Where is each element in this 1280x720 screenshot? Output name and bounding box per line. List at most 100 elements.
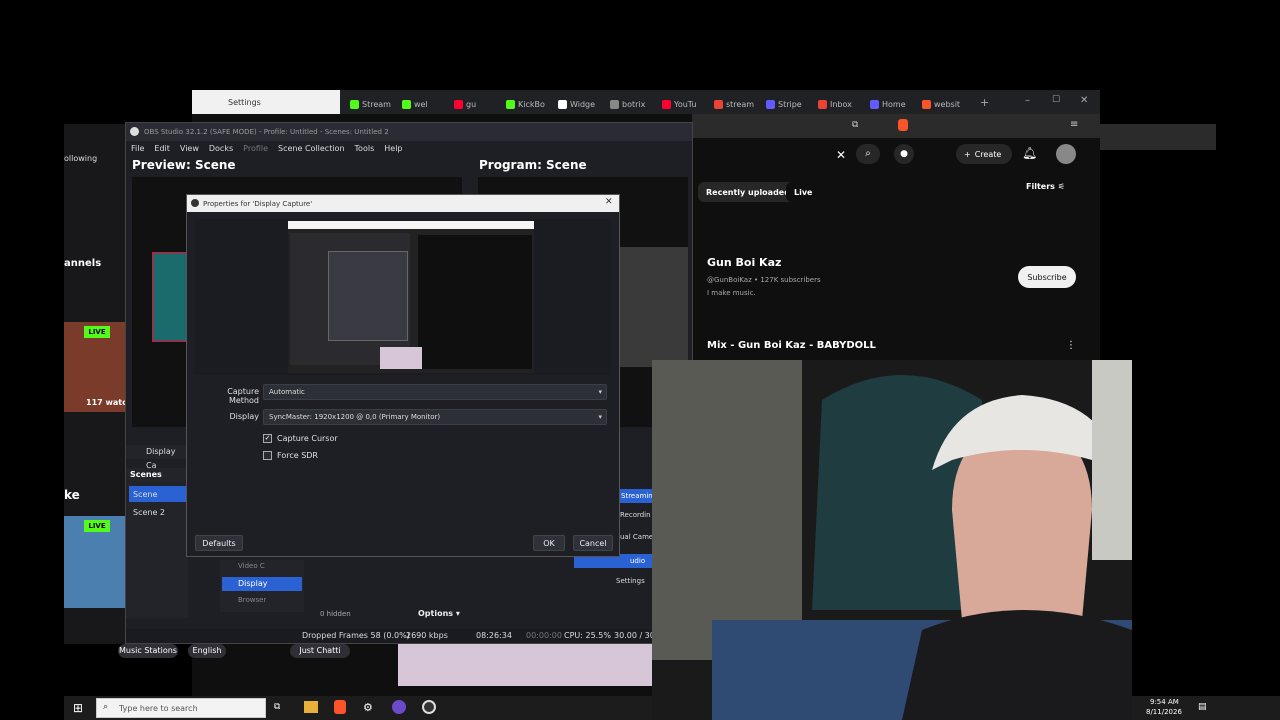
- capture-cursor-checkbox[interactable]: ✓ Capture Cursor: [263, 434, 338, 443]
- settings-window-title[interactable]: Settings: [192, 90, 340, 114]
- more-icon[interactable]: ⋮: [1066, 340, 1076, 351]
- search-icon[interactable]: ⌕: [856, 144, 880, 164]
- menu-icon[interactable]: ≡: [1070, 119, 1078, 130]
- tab-favicon-icon: [766, 99, 775, 109]
- browser-tab[interactable]: Home: [864, 94, 914, 114]
- browser-tab[interactable]: botrix: [604, 94, 654, 114]
- file-explorer-icon[interactable]: [304, 701, 318, 713]
- defaults-button[interactable]: Defaults: [195, 535, 243, 551]
- capture-method-select[interactable]: Automatic ▾: [263, 384, 607, 400]
- scene-item-scene[interactable]: Scene: [129, 486, 187, 502]
- search-icon: ⌕: [103, 702, 109, 712]
- tag-just-chatting[interactable]: Just Chatti: [290, 644, 350, 658]
- ok-button[interactable]: OK: [533, 535, 565, 551]
- browser-tab[interactable]: Stripe: [760, 94, 810, 114]
- tab-favicon-icon: [610, 99, 619, 109]
- browser-tab[interactable]: wel: [396, 94, 446, 114]
- browser-tab[interactable]: gu: [448, 94, 498, 114]
- chip-live[interactable]: Live: [786, 182, 821, 202]
- filters-button[interactable]: Filters ⚟: [1026, 182, 1065, 191]
- extensions-icon[interactable]: ⧉: [852, 120, 858, 130]
- close-icon[interactable]: ✕: [1080, 95, 1088, 106]
- dialog-close-icon[interactable]: ✕: [605, 197, 613, 207]
- source-display[interactable]: Display: [222, 577, 302, 591]
- menu-edit[interactable]: Edit: [154, 144, 170, 153]
- brave-browser-icon[interactable]: [334, 700, 346, 714]
- clock-date[interactable]: 8/11/2026: [1146, 708, 1182, 716]
- browser-toolbar-2: [1100, 124, 1216, 150]
- menu-scene-collection[interactable]: Scene Collection: [278, 144, 345, 153]
- tab-favicon-icon: [454, 99, 463, 109]
- avatar[interactable]: [1056, 144, 1076, 164]
- menu-tools[interactable]: Tools: [355, 144, 375, 153]
- tag-music-stations[interactable]: Music Stations: [118, 644, 178, 658]
- mic-icon[interactable]: ●: [894, 144, 914, 164]
- brave-shield-icon[interactable]: [898, 119, 908, 131]
- menu-help[interactable]: Help: [384, 144, 402, 153]
- menu-docks[interactable]: Docks: [209, 144, 233, 153]
- discord-icon[interactable]: [392, 700, 406, 714]
- program-source: [618, 247, 688, 367]
- tab-favicon-icon: [818, 99, 827, 109]
- menu-view[interactable]: View: [180, 144, 199, 153]
- menu-profile[interactable]: Profile: [243, 144, 268, 153]
- scenes-header: Scenes: [130, 470, 162, 479]
- sources-dock: Video C Display Browser: [220, 560, 304, 612]
- webcam-image: [652, 360, 1132, 720]
- tag-english[interactable]: English: [188, 644, 226, 658]
- tab-favicon-icon: [870, 99, 879, 109]
- source-display-capture[interactable]: Display Ca: [126, 445, 188, 470]
- source-browser[interactable]: Browser: [238, 596, 266, 604]
- hidden-count: 0 hidden: [320, 610, 351, 618]
- tab-favicon-icon: [402, 99, 411, 109]
- live-badge: LIVE: [84, 326, 110, 338]
- mix-title[interactable]: Mix - Gun Boi Kaz - BABYDOLL: [707, 340, 876, 351]
- clock-time[interactable]: 9:54 AM: [1150, 698, 1179, 706]
- menu-file[interactable]: File: [131, 144, 144, 153]
- tab-label: KickBo: [518, 99, 545, 109]
- chevron-down-icon: ▾: [598, 388, 602, 396]
- notification-icon[interactable]: ▤: [1198, 702, 1207, 712]
- subscribe-button[interactable]: Subscribe: [1018, 266, 1076, 288]
- taskbar-search-input[interactable]: ⌕ Type here to search: [96, 698, 266, 718]
- tab-label: Widge: [570, 99, 596, 109]
- browser-tab[interactable]: stream: [708, 94, 758, 114]
- display-select[interactable]: SyncMaster: 1920x1200 @ 0,0 (Primary Mon…: [263, 409, 607, 425]
- system-tray: 9:54 AM 8/11/2026 ▤: [1132, 696, 1280, 720]
- browser-tab[interactable]: Widge: [552, 94, 602, 114]
- settings-gear-icon[interactable]: ⚙: [363, 701, 373, 714]
- dialog-titlebar: Properties for 'Display Capture' ✕: [187, 195, 619, 212]
- browser-tab[interactable]: websit: [916, 94, 966, 114]
- tab-label: botrix: [622, 99, 646, 109]
- checkbox-checked-icon: ✓: [263, 434, 272, 443]
- options-button[interactable]: Options ▾: [418, 609, 460, 618]
- channel-name[interactable]: Gun Boi Kaz: [707, 256, 781, 269]
- obs-taskbar-icon[interactable]: [422, 700, 436, 714]
- force-sdr-checkbox[interactable]: Force SDR: [263, 451, 318, 460]
- browser-tab[interactable]: Inbox: [812, 94, 862, 114]
- start-recording-button[interactable]: Recordin: [620, 511, 651, 519]
- start-streaming-button[interactable]: Streamin: [618, 489, 654, 503]
- following-label[interactable]: ollowing: [64, 154, 97, 163]
- maximize-icon[interactable]: ☐: [1052, 95, 1060, 105]
- browser-tab[interactable]: KickBo: [500, 94, 550, 114]
- obs-title: OBS Studio 32.1.2 (SAFE MODE) - Profile:…: [144, 128, 389, 136]
- browser-tab[interactable]: YouTu: [656, 94, 706, 114]
- virtual-camera-button[interactable]: ual Camer: [620, 533, 656, 541]
- source-video-capture[interactable]: Video C: [238, 562, 265, 570]
- settings-title: Settings: [228, 97, 261, 107]
- tab-favicon-icon: [922, 99, 931, 109]
- capture-method-label: Capture Method: [227, 387, 259, 405]
- new-tab-icon[interactable]: +: [980, 96, 989, 109]
- settings-button[interactable]: Settings: [616, 577, 645, 585]
- minimize-icon[interactable]: –: [1025, 95, 1030, 106]
- scene-item-scene-2[interactable]: Scene 2: [129, 504, 187, 520]
- chip-recently-uploaded[interactable]: Recently uploaded: [698, 182, 798, 202]
- browser-tab[interactable]: Stream: [344, 94, 394, 114]
- windows-start-icon[interactable]: ⊞: [64, 696, 92, 720]
- bell-icon[interactable]: 🔔︎: [1022, 146, 1037, 160]
- task-view-icon[interactable]: ⧉: [274, 702, 280, 712]
- clear-search-icon[interactable]: ✕: [836, 148, 846, 162]
- create-button[interactable]: + Create: [956, 144, 1012, 164]
- cancel-button[interactable]: Cancel: [573, 535, 613, 551]
